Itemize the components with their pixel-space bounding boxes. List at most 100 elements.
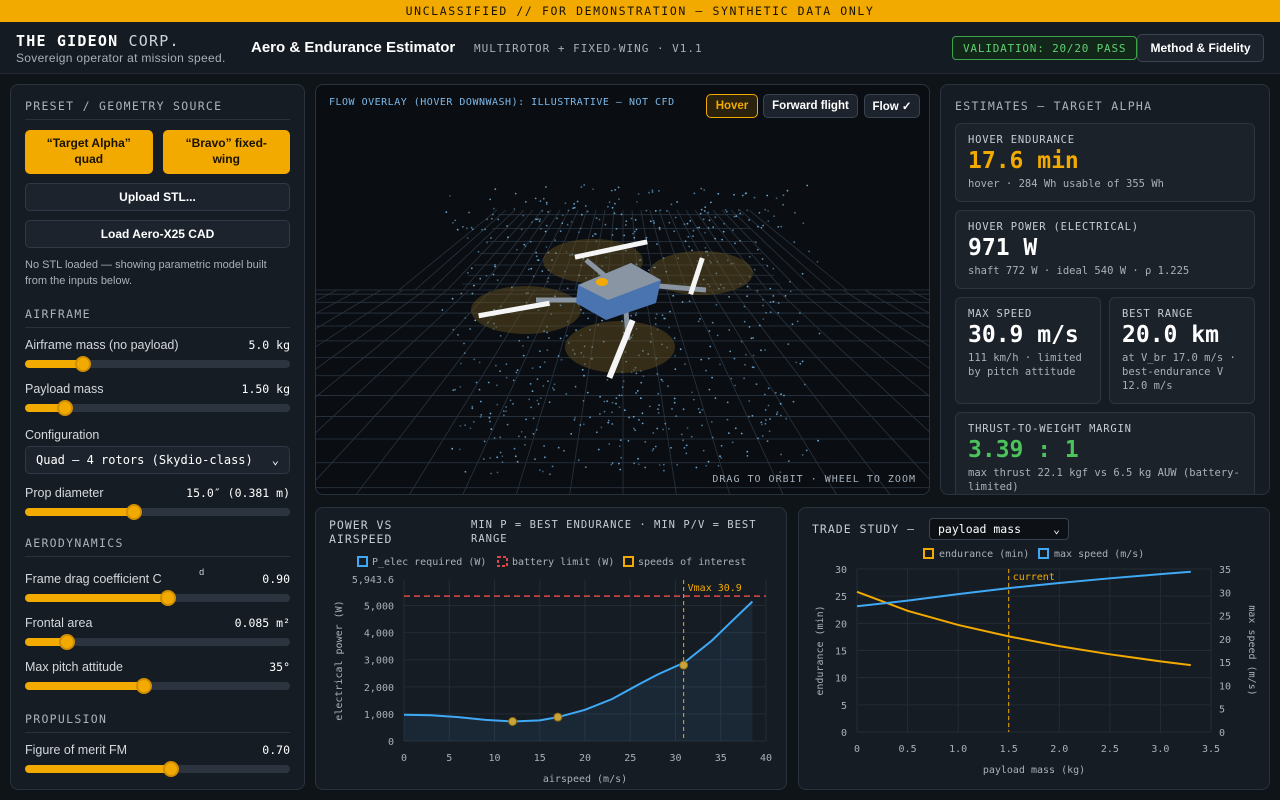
flow-particle	[618, 406, 621, 408]
best-range-card: BEST RANGE 20.0 km at V_br 17.0 m/s · be…	[1109, 297, 1255, 404]
y2-tick-label: 0	[1219, 728, 1225, 739]
flow-particle	[606, 378, 609, 381]
trade-chart: endurance (min) max speed (m/s) 0 5 10 15 20 25…	[815, 548, 1257, 776]
flow-particle	[774, 391, 777, 394]
card-value: 971 W	[968, 235, 1038, 261]
x-tick-label: 0.5	[899, 744, 917, 755]
flow-particle	[549, 473, 551, 476]
flow-particle	[581, 368, 584, 371]
flow-particle	[579, 227, 582, 230]
flow-particle	[539, 366, 542, 368]
slider-label: Payload mass	[25, 382, 104, 396]
flow-particle	[463, 342, 465, 345]
preset-bravo-button[interactable]: “Bravo” fixed-wing	[162, 130, 290, 174]
preset-alpha-button[interactable]: “Target Alpha” quad	[25, 130, 153, 174]
flow-particle	[468, 211, 470, 214]
flow-particle	[564, 202, 567, 205]
flow-particle	[559, 230, 562, 233]
flow-particle	[673, 337, 676, 340]
flow-particle	[543, 361, 546, 364]
slider-handle[interactable]	[160, 590, 177, 606]
load-cad-button[interactable]: Load Aero-X25 CAD	[25, 220, 290, 248]
configuration-select[interactable]: Quad — 4 rotors (Skydio-class) ⌄	[25, 446, 290, 474]
flow-toggle-button[interactable]: Flow ✓	[864, 94, 920, 118]
flow-particle	[586, 210, 589, 213]
flow-particle	[637, 457, 639, 460]
slider-track[interactable]	[25, 590, 290, 606]
flow-particle	[767, 210, 769, 212]
flow-particle	[566, 334, 568, 337]
flow-particle	[711, 436, 714, 439]
flow-particle	[704, 247, 707, 249]
slider-handle[interactable]	[75, 356, 92, 372]
legend-label-battery: battery limit (W)	[512, 557, 614, 568]
flow-particle	[469, 427, 472, 430]
flow-particle	[779, 402, 782, 405]
flow-particle	[524, 245, 527, 248]
power-chart-title: POWER VS AIRSPEED	[329, 518, 393, 546]
flow-particle	[685, 452, 688, 455]
flow-particle	[574, 385, 577, 388]
inputs-panel: PRESET / GEOMETRY SOURCE “Target Alpha” …	[10, 84, 305, 790]
flow-particle	[580, 186, 583, 188]
slider-handle[interactable]	[56, 400, 73, 416]
slider-track[interactable]	[25, 356, 290, 372]
slider-track[interactable]	[25, 678, 290, 694]
flow-particle	[720, 457, 723, 459]
flow-particle	[539, 218, 541, 221]
flow-particle	[707, 460, 710, 463]
trade-parameter-select[interactable]: payload mass ⌄	[929, 518, 1069, 540]
slider-fill	[25, 508, 134, 516]
slider-value: 1.50 kg	[241, 382, 290, 396]
vmax-label: Vmax 30.9	[688, 583, 742, 594]
flow-particle	[554, 239, 556, 242]
flow-particle	[618, 198, 620, 201]
forward-flight-button[interactable]: Forward flight	[763, 94, 858, 118]
slider-track[interactable]	[25, 634, 290, 650]
flow-particle	[668, 326, 671, 329]
slider-handle[interactable]	[59, 634, 76, 650]
flow-particle	[686, 222, 689, 225]
brand: THE GIDEON CORP. Sovereign operator at m…	[16, 32, 226, 65]
flow-particle	[539, 469, 541, 471]
flow-particle	[524, 201, 527, 203]
y-tick-label: 0	[841, 728, 847, 739]
method-fidelity-button[interactable]: Method & Fidelity	[1137, 34, 1264, 62]
grid-line	[644, 289, 677, 494]
flow-particle	[566, 223, 569, 226]
slider-handle[interactable]	[136, 678, 153, 694]
upload-stl-button[interactable]: Upload STL...	[25, 183, 290, 211]
flow-particle	[662, 463, 665, 466]
flow-particle	[525, 418, 527, 421]
flow-particle	[516, 460, 519, 463]
flow-particle	[478, 361, 481, 364]
hover-mode-button[interactable]: Hover	[706, 94, 758, 118]
flow-particle	[493, 437, 496, 439]
flow-particle	[451, 447, 454, 450]
flow-particle	[780, 225, 783, 228]
slider-handle[interactable]	[162, 761, 179, 777]
trade-study-title: TRADE STUDY —	[812, 522, 916, 536]
grid-line	[710, 289, 837, 494]
slider-handle[interactable]	[125, 504, 142, 520]
flow-particle	[513, 447, 516, 450]
flow-particle	[611, 206, 614, 209]
3d-viewport[interactable]: FLOW OVERLAY (HOVER DOWNWASH): ILLUSTRAT…	[315, 84, 930, 495]
flow-particle	[630, 217, 633, 220]
slider-track[interactable]	[25, 761, 290, 777]
flow-particle	[471, 405, 474, 408]
flow-particle	[688, 300, 691, 303]
flow-particle	[584, 205, 587, 207]
flow-particle	[723, 222, 725, 225]
flow-particle	[707, 227, 710, 229]
flow-particle	[441, 309, 444, 311]
flow-particle	[766, 440, 769, 442]
slider-track[interactable]	[25, 504, 290, 520]
flow-particle	[611, 401, 614, 404]
flow-particle	[658, 404, 660, 406]
flow-particle	[791, 323, 794, 326]
flow-particle	[794, 211, 796, 214]
slider-track[interactable]	[25, 400, 290, 416]
endurance-line	[856, 590, 1191, 667]
flow-particle	[479, 277, 482, 280]
